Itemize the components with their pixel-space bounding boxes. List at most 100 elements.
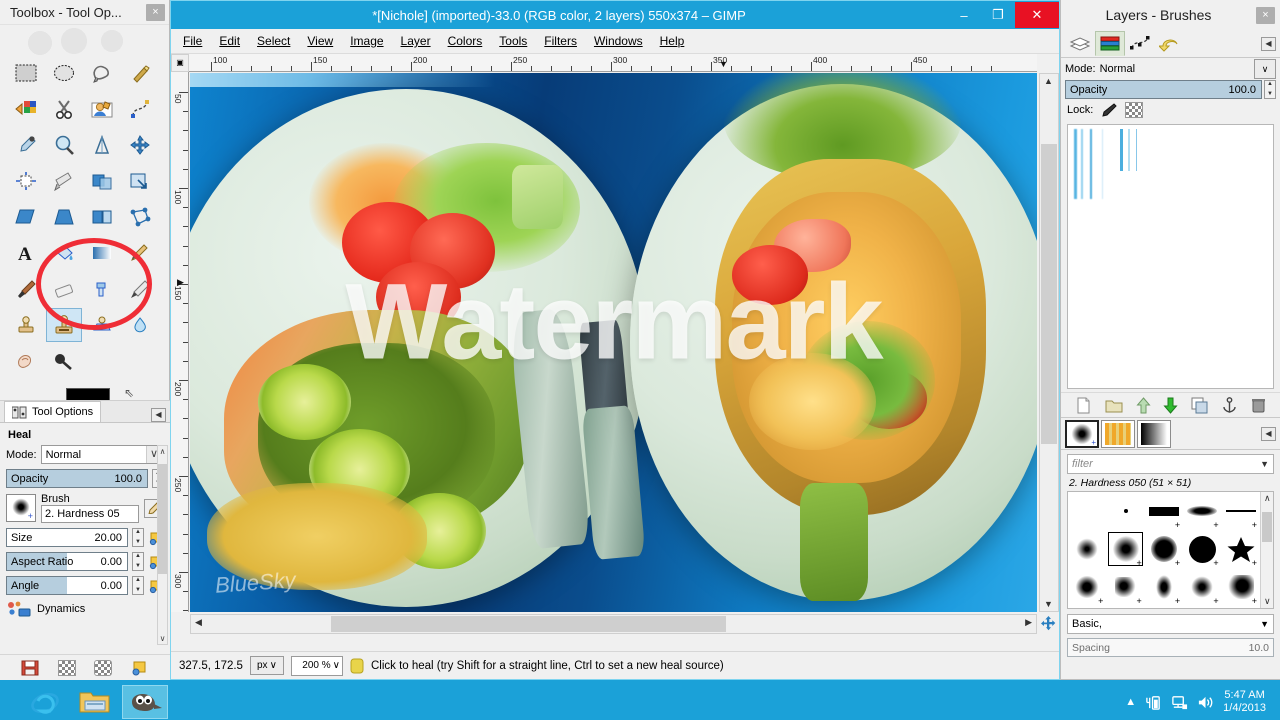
brush-cell[interactable]: +: [1183, 530, 1221, 568]
angle-spinner[interactable]: ▲ ▼: [132, 576, 144, 595]
ellipse-select-tool-icon[interactable]: [46, 56, 82, 90]
menu-colors[interactable]: Colors: [448, 34, 483, 48]
brush-cell[interactable]: +: [1068, 568, 1106, 606]
delete-layer-button[interactable]: [1251, 397, 1266, 414]
menu-view[interactable]: View: [307, 34, 333, 48]
airbrush-tool-icon[interactable]: [84, 272, 120, 306]
scroll-left-icon[interactable]: ◀: [195, 617, 202, 628]
heal-tool-icon[interactable]: [46, 308, 82, 342]
eraser-tool-icon[interactable]: [46, 272, 82, 306]
brushes-dock-menu-button[interactable]: ◀: [1261, 426, 1276, 441]
dodge-burn-tool-icon[interactable]: [46, 344, 82, 378]
align-tool-icon[interactable]: [8, 164, 44, 198]
reset-tool-options-icon[interactable]: [131, 660, 149, 676]
tool-options-scrollbar[interactable]: ∧ ∨: [157, 445, 168, 645]
scroll-right-icon[interactable]: ▶: [1025, 617, 1032, 628]
brush-scroll-down-icon[interactable]: ∨: [1264, 596, 1271, 607]
cage-transform-tool-icon[interactable]: [122, 200, 158, 234]
tab-tool-options[interactable]: Tool Options: [4, 401, 102, 422]
mode-select[interactable]: Normal ∨: [40, 445, 164, 464]
aspect-ratio-slider[interactable]: Aspect Ratio 0.00: [6, 552, 128, 571]
vertical-scrollbar[interactable]: ▲ ▼: [1039, 73, 1059, 612]
taskbar-gimp-button[interactable]: [122, 685, 168, 719]
layer-opacity-slider[interactable]: Opacity 100.0: [1065, 80, 1262, 99]
duplicate-layer-button[interactable]: [1191, 397, 1208, 414]
brush-cell[interactable]: +: [1145, 530, 1183, 568]
lower-layer-button[interactable]: [1163, 397, 1179, 414]
brush-cell[interactable]: +: [1222, 568, 1260, 606]
brushes-tab[interactable]: +: [1065, 419, 1099, 448]
ruler-origin-button[interactable]: ▣: [171, 54, 189, 72]
taskbar-ie-button[interactable]: [22, 685, 68, 719]
brush-cell[interactable]: +: [1222, 530, 1260, 568]
horizontal-ruler[interactable]: 100 150 200 250 300 350 400 450 ▼: [189, 54, 1037, 72]
brush-cell[interactable]: +: [1183, 568, 1221, 606]
zoom-chevron-down-icon[interactable]: ∨: [333, 660, 340, 671]
rect-select-tool-icon[interactable]: [8, 56, 44, 90]
gradients-tab[interactable]: [1137, 419, 1171, 448]
navigation-button[interactable]: [1038, 613, 1058, 633]
brush-name-field[interactable]: 2. Hardness 05: [41, 505, 139, 523]
layer-mode-chevron-down-icon[interactable]: ∨: [1254, 59, 1276, 79]
new-layer-button[interactable]: [1075, 397, 1092, 414]
scroll-down-arrow-icon[interactable]: ▼: [1044, 599, 1053, 609]
foreground-select-tool-icon[interactable]: [84, 92, 120, 126]
menu-layer[interactable]: Layer: [401, 34, 431, 48]
aspect-ratio-spinner[interactable]: ▲ ▼: [132, 552, 144, 571]
scroll-down-icon[interactable]: ∨: [158, 634, 167, 643]
brush-cell-selected[interactable]: +: [1106, 530, 1144, 568]
battery-icon[interactable]: [1145, 694, 1162, 711]
layer-opacity-spinner[interactable]: ▲ ▼: [1264, 80, 1276, 99]
undo-history-tab[interactable]: [1155, 31, 1185, 56]
move-tool-icon[interactable]: [122, 128, 158, 162]
brush-set-chevron-down-icon[interactable]: ▼: [1260, 619, 1269, 629]
channels-tab[interactable]: [1095, 31, 1125, 56]
brush-filter-chevron-down-icon[interactable]: ▼: [1260, 459, 1269, 469]
zoom-select[interactable]: 200 % ∨: [290, 655, 343, 676]
layers-list[interactable]: [1067, 124, 1274, 389]
paths-tab[interactable]: [1125, 31, 1155, 56]
perspective-tool-icon[interactable]: [46, 200, 82, 234]
scroll-thumb[interactable]: [158, 464, 167, 574]
new-layer-group-button[interactable]: [1105, 397, 1123, 414]
unit-chevron-down-icon[interactable]: ∨: [270, 660, 277, 671]
free-select-tool-icon[interactable]: [84, 56, 120, 90]
network-icon[interactable]: [1171, 694, 1188, 711]
lock-pixels-icon[interactable]: [1101, 103, 1118, 117]
scroll-up-icon[interactable]: ∧: [158, 447, 167, 456]
raise-layer-button[interactable]: [1136, 396, 1151, 414]
spacing-slider[interactable]: Spacing 10.0: [1067, 638, 1274, 657]
layers-tab[interactable]: [1065, 31, 1095, 56]
horizontal-scrollbar[interactable]: ◀ ▶: [190, 614, 1037, 634]
lock-alpha-icon[interactable]: [1125, 102, 1144, 118]
size-slider[interactable]: Size 20.00: [6, 528, 128, 547]
tool-options-menu-button[interactable]: ◀: [151, 408, 166, 422]
angle-slider[interactable]: Angle 0.00: [6, 576, 128, 595]
brush-cell[interactable]: [1068, 492, 1106, 530]
smudge-tool-icon[interactable]: [8, 344, 44, 378]
delete-tool-preset-icon[interactable]: [94, 659, 113, 676]
brush-cell[interactable]: [1106, 492, 1144, 530]
layers-dock-menu-button[interactable]: ◀: [1261, 36, 1276, 51]
tray-show-hidden-icon[interactable]: ▲: [1125, 696, 1136, 708]
size-spinner[interactable]: ▲ ▼: [132, 528, 144, 547]
brush-preview-icon[interactable]: +: [6, 494, 36, 522]
color-picker-tool-icon[interactable]: [8, 128, 44, 162]
brush-cell[interactable]: +: [1183, 492, 1221, 530]
right-dock-close-button[interactable]: ×: [1256, 6, 1275, 24]
brush-scroll-up-icon[interactable]: ∧: [1264, 493, 1271, 504]
flip-tool-icon[interactable]: [84, 200, 120, 234]
toolbox-close-button[interactable]: ×: [146, 3, 165, 21]
image-window-titlebar[interactable]: *[Nichole] (imported)-33.0 (RGB color, 2…: [171, 1, 1059, 29]
unit-select[interactable]: px ∨: [249, 656, 284, 675]
brush-cell[interactable]: +: [1145, 568, 1183, 606]
brush-cell[interactable]: [1068, 530, 1106, 568]
restore-tool-preset-icon[interactable]: [57, 659, 76, 676]
save-tool-preset-icon[interactable]: [21, 660, 39, 676]
volume-icon[interactable]: [1197, 694, 1214, 711]
fuzzy-select-tool-icon[interactable]: [122, 56, 158, 90]
swap-colors-icon[interactable]: ⇖: [124, 386, 134, 400]
pencil-tool-icon[interactable]: [122, 236, 158, 270]
menu-image[interactable]: Image: [350, 34, 383, 48]
scroll-up-arrow-icon[interactable]: ▲: [1044, 76, 1053, 86]
